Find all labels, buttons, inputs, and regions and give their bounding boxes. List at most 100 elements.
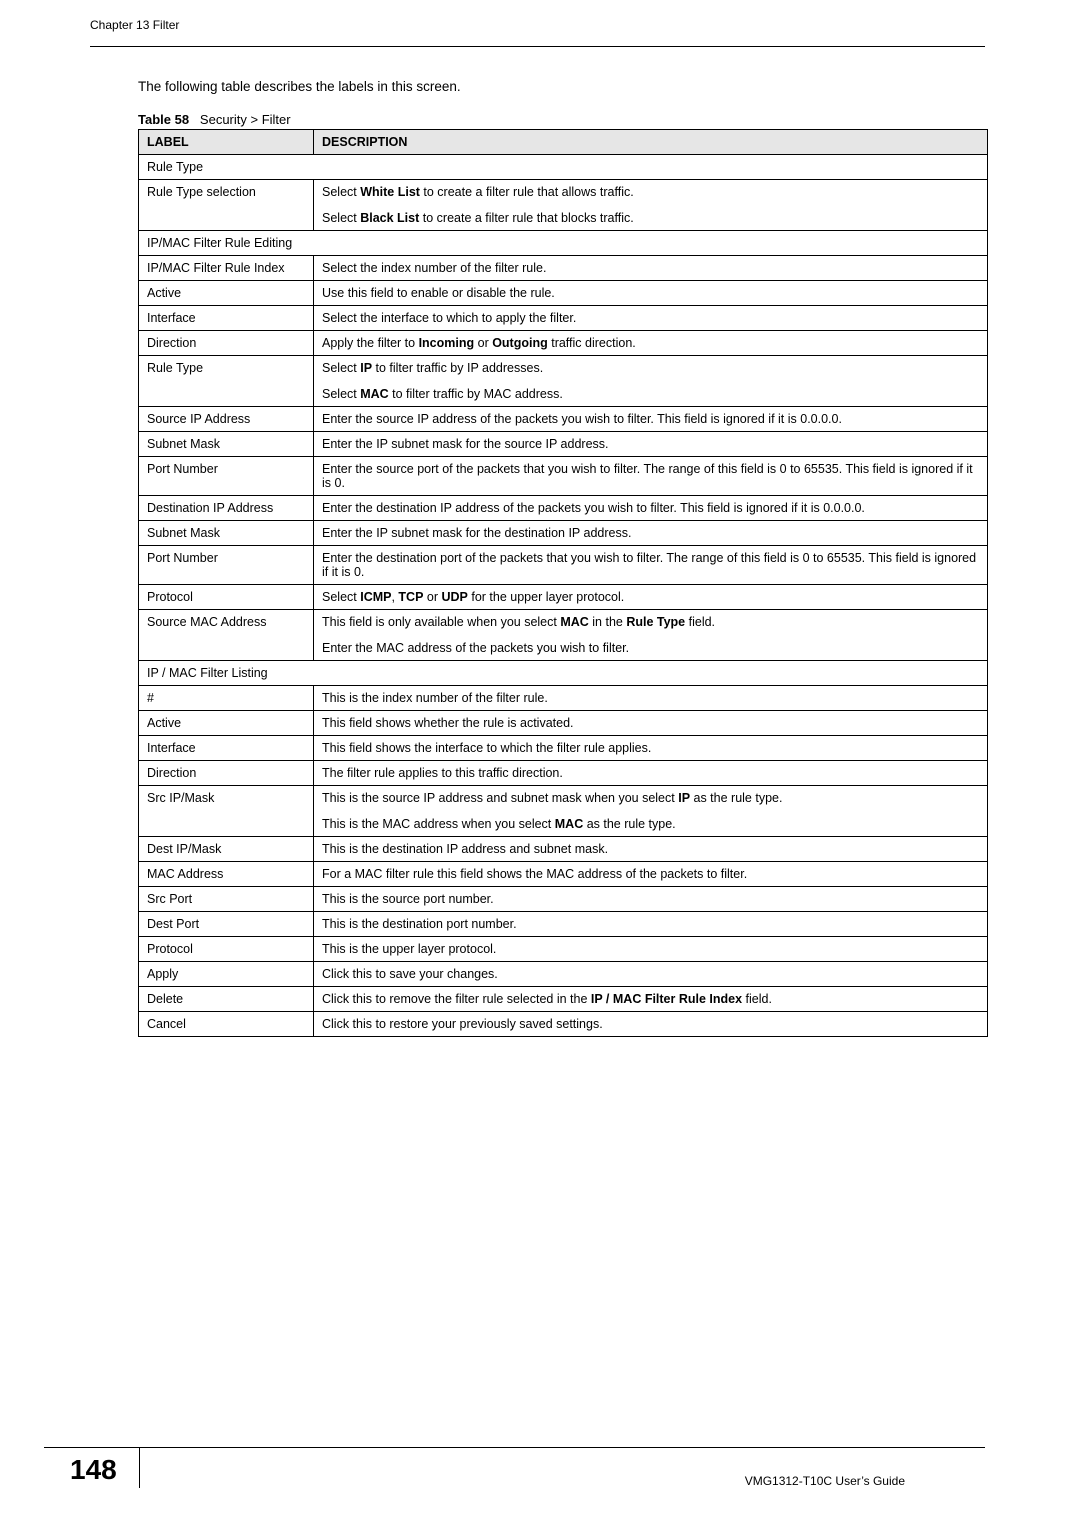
cell-desc: Click this to save your changes.	[314, 962, 988, 987]
table-row: IP/MAC Filter Rule Index Select the inde…	[139, 256, 988, 281]
intro-paragraph: The following table describes the labels…	[138, 79, 985, 94]
table-row: Rule Type Select IP to filter traffic by…	[139, 356, 988, 407]
chapter-header: Chapter 13 Filter	[90, 18, 985, 32]
table-row: Active Use this field to enable or disab…	[139, 281, 988, 306]
cell-desc: Select ICMP, TCP or UDP for the upper la…	[314, 585, 988, 610]
cell-desc: Apply the filter to Incoming or Outgoing…	[314, 331, 988, 356]
table-row: Src Port This is the source port number.	[139, 887, 988, 912]
cell-label: Active	[139, 711, 314, 736]
cell-label: Dest IP/Mask	[139, 837, 314, 862]
cell-label: Source IP Address	[139, 407, 314, 432]
table-row: Active This field shows whether the rule…	[139, 711, 988, 736]
table-row: Interface This field shows the interface…	[139, 736, 988, 761]
cell-label: Apply	[139, 962, 314, 987]
table-row: Rule Type	[139, 155, 988, 180]
cell-label: Subnet Mask	[139, 521, 314, 546]
cell-desc: Select White List to create a filter rul…	[314, 180, 988, 231]
cell-label: Src IP/Mask	[139, 786, 314, 837]
cell-desc: Enter the IP subnet mask for the destina…	[314, 521, 988, 546]
cell-desc: Enter the source IP address of the packe…	[314, 407, 988, 432]
table-row: Port Number Enter the destination port o…	[139, 546, 988, 585]
table-caption-number: Table 58	[138, 112, 189, 127]
cell-label: Cancel	[139, 1012, 314, 1037]
cell-label: Protocol	[139, 585, 314, 610]
cell-desc: This is the source IP address and subnet…	[314, 786, 988, 837]
header-rule	[90, 46, 985, 47]
cell-label: #	[139, 686, 314, 711]
table-row: Apply Click this to save your changes.	[139, 962, 988, 987]
cell-label: Interface	[139, 306, 314, 331]
table-row: Direction The filter rule applies to thi…	[139, 761, 988, 786]
cell-label: Src Port	[139, 887, 314, 912]
table-row: IP / MAC Filter Listing	[139, 661, 988, 686]
section-ipmac-editing: IP/MAC Filter Rule Editing	[139, 231, 988, 256]
cell-desc: Enter the destination IP address of the …	[314, 496, 988, 521]
table-row: Subnet Mask Enter the IP subnet mask for…	[139, 521, 988, 546]
cell-label: Source MAC Address	[139, 610, 314, 661]
cell-desc: This is the index number of the filter r…	[314, 686, 988, 711]
table-row: Interface Select the interface to which …	[139, 306, 988, 331]
cell-label: Rule Type	[139, 356, 314, 407]
cell-desc: The filter rule applies to this traffic …	[314, 761, 988, 786]
cell-desc: This is the destination IP address and s…	[314, 837, 988, 862]
cell-label: Dest Port	[139, 912, 314, 937]
cell-label: Rule Type selection	[139, 180, 314, 231]
cell-desc: Click this to restore your previously sa…	[314, 1012, 988, 1037]
section-ipmac-listing: IP / MAC Filter Listing	[139, 661, 988, 686]
cell-label: Protocol	[139, 937, 314, 962]
table-row: Source IP Address Enter the source IP ad…	[139, 407, 988, 432]
table-row: Dest IP/Mask This is the destination IP …	[139, 837, 988, 862]
cell-desc: Click this to remove the filter rule sel…	[314, 987, 988, 1012]
cell-label: Destination IP Address	[139, 496, 314, 521]
table-row: Direction Apply the filter to Incoming o…	[139, 331, 988, 356]
cell-desc: This field shows whether the rule is act…	[314, 711, 988, 736]
cell-desc: Enter the source port of the packets tha…	[314, 457, 988, 496]
cell-desc: Enter the IP subnet mask for the source …	[314, 432, 988, 457]
cell-desc: For a MAC filter rule this field shows t…	[314, 862, 988, 887]
cell-label: Direction	[139, 331, 314, 356]
table-caption-title-text: Security > Filter	[200, 112, 291, 127]
page-footer: 148 VMG1312-T10C User’s Guide	[0, 1447, 1065, 1488]
cell-label: IP/MAC Filter Rule Index	[139, 256, 314, 281]
cell-label: Delete	[139, 987, 314, 1012]
cell-label: MAC Address	[139, 862, 314, 887]
table-row: Destination IP Address Enter the destina…	[139, 496, 988, 521]
table-row: Protocol Select ICMP, TCP or UDP for the…	[139, 585, 988, 610]
cell-label: Interface	[139, 736, 314, 761]
table-row: # This is the index number of the filter…	[139, 686, 988, 711]
table-row: Subnet Mask Enter the IP subnet mask for…	[139, 432, 988, 457]
table-row: Src IP/Mask This is the source IP addres…	[139, 786, 988, 837]
cell-label: Port Number	[139, 457, 314, 496]
table-row: Protocol This is the upper layer protoco…	[139, 937, 988, 962]
table-row: Dest Port This is the destination port n…	[139, 912, 988, 937]
table-row: Rule Type selection Select White List to…	[139, 180, 988, 231]
cell-desc: This is the upper layer protocol.	[314, 937, 988, 962]
cell-label: Subnet Mask	[139, 432, 314, 457]
table-row: MAC Address For a MAC filter rule this f…	[139, 862, 988, 887]
table-row: IP/MAC Filter Rule Editing	[139, 231, 988, 256]
guide-name: VMG1312-T10C User’s Guide	[745, 1474, 905, 1488]
cell-desc: Use this field to enable or disable the …	[314, 281, 988, 306]
table-row: Port Number Enter the source port of the…	[139, 457, 988, 496]
col-header-description: DESCRIPTION	[314, 130, 988, 155]
cell-desc: This is the destination port number.	[314, 912, 988, 937]
cell-desc: This field is only available when you se…	[314, 610, 988, 661]
section-rule-type: Rule Type	[139, 155, 988, 180]
cell-desc: Select the index number of the filter ru…	[314, 256, 988, 281]
footer-rule: VMG1312-T10C User’s Guide	[140, 1447, 985, 1488]
cell-desc: Select IP to filter traffic by IP addres…	[314, 356, 988, 407]
description-table: LABEL DESCRIPTION Rule Type Rule Type se…	[138, 129, 988, 1037]
col-header-label: LABEL	[139, 130, 314, 155]
cell-desc: Enter the destination port of the packet…	[314, 546, 988, 585]
table-row: Delete Click this to remove the filter r…	[139, 987, 988, 1012]
cell-label: Active	[139, 281, 314, 306]
table-caption: Table 58 Security > Filter	[138, 112, 985, 127]
cell-desc: This is the source port number.	[314, 887, 988, 912]
table-caption-title	[193, 112, 200, 127]
table-row: Source MAC Address This field is only av…	[139, 610, 988, 661]
table-row: Cancel Click this to restore your previo…	[139, 1012, 988, 1037]
cell-label: Port Number	[139, 546, 314, 585]
cell-label: Direction	[139, 761, 314, 786]
cell-desc: This field shows the interface to which …	[314, 736, 988, 761]
cell-desc: Select the interface to which to apply t…	[314, 306, 988, 331]
